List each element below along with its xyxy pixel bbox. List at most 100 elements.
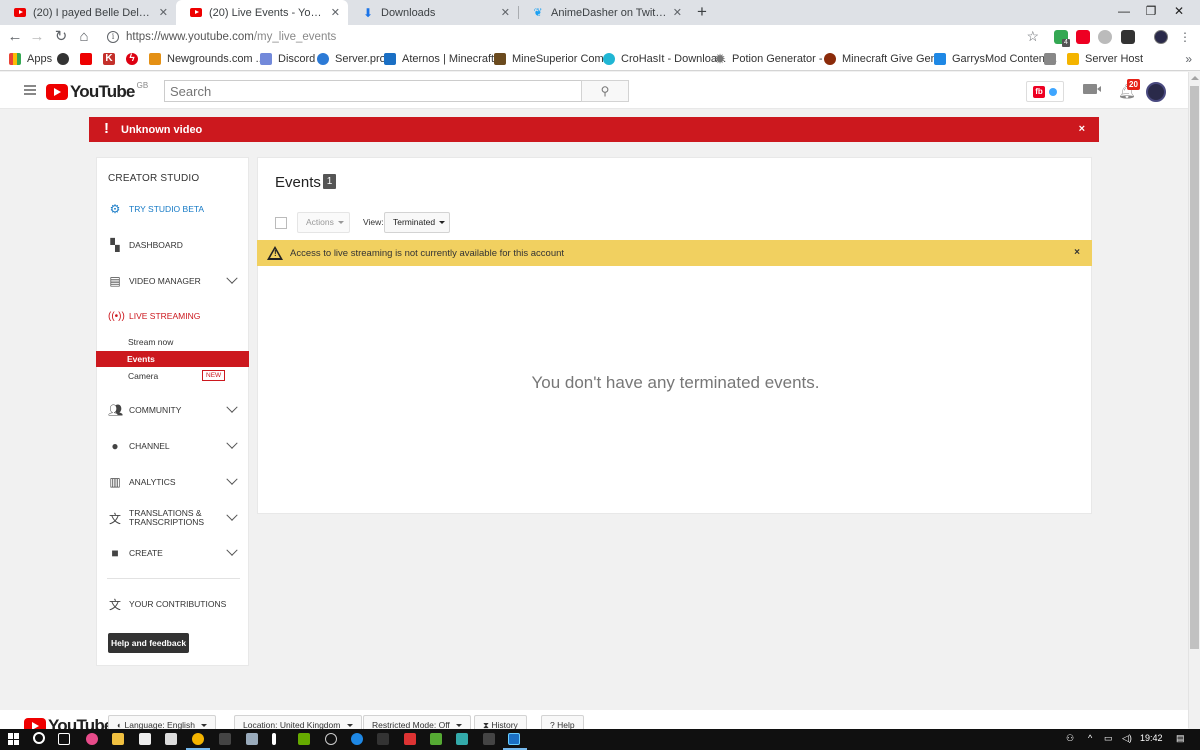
- chevron-down-icon[interactable]: [226, 272, 238, 284]
- file-explorer-icon[interactable]: [112, 733, 124, 745]
- restricted-mode-button[interactable]: Restricted Mode: Off: [363, 715, 472, 729]
- sidebar-item-try-beta[interactable]: ⚙ TRY STUDIO BETA: [97, 199, 248, 219]
- tab-belle-delphine[interactable]: (20) I payed Belle Delphine $0 - Y ✕: [0, 0, 176, 25]
- sidebar-item-contributions[interactable]: 文 YOUR CONTRIBUTIONS: [97, 594, 248, 614]
- close-icon[interactable]: ×: [1079, 123, 1085, 135]
- people-icon[interactable]: ⚇: [1066, 733, 1074, 744]
- action-center-icon[interactable]: ▤: [1176, 733, 1185, 744]
- close-icon[interactable]: ✕: [501, 6, 510, 19]
- taskbar-app-icon[interactable]: [351, 733, 363, 745]
- language-button[interactable]: ◐ Language: English: [108, 715, 217, 729]
- youtube-logo[interactable]: YouTube GB: [46, 81, 148, 102]
- home-button[interactable]: ⌂: [75, 28, 93, 46]
- help-button[interactable]: ? Help: [541, 715, 584, 729]
- bookmark-youtube[interactable]: [80, 53, 98, 65]
- scroll-thumb[interactable]: [1190, 86, 1199, 649]
- new-tab-button[interactable]: +: [697, 2, 707, 22]
- network-icon[interactable]: ▭: [1104, 733, 1113, 744]
- taskbar-app-icon[interactable]: [298, 733, 310, 745]
- bookmark-serverpro[interactable]: Server.pro: [317, 53, 386, 65]
- bookmark-icon-only-2[interactable]: [1044, 53, 1062, 65]
- minimize-button[interactable]: —: [1114, 4, 1134, 18]
- extension-dark-icon[interactable]: [1121, 30, 1135, 44]
- scroll-up-arrow-icon[interactable]: [1191, 76, 1199, 80]
- view-filter-dropdown[interactable]: Terminated: [384, 212, 450, 233]
- bookmark-lightning[interactable]: ϟ: [126, 53, 144, 65]
- sidebar-item-translations[interactable]: 文 TRANSLATIONS & TRANSCRIPTIONS: [97, 508, 248, 528]
- sidebar-item-live-streaming[interactable]: ((•)) LIVE STREAMING: [97, 306, 248, 326]
- profile-avatar-icon[interactable]: [1154, 30, 1168, 44]
- bookmark-icon-only-1[interactable]: [57, 53, 75, 65]
- avatar[interactable]: [1146, 82, 1166, 102]
- sidebar-item-community[interactable]: 👥︎ COMMUNITY: [97, 400, 248, 420]
- info-icon[interactable]: i: [107, 31, 119, 43]
- extension-toolbar-widget[interactable]: fb: [1026, 81, 1064, 102]
- windows-start-icon[interactable]: [8, 733, 20, 745]
- close-icon[interactable]: ✕: [159, 6, 168, 19]
- bookmark-discord[interactable]: Discord: [260, 53, 315, 65]
- volume-icon[interactable]: ◁): [1122, 733, 1132, 744]
- video-camera-icon[interactable]: [1083, 84, 1101, 94]
- sidebar-subitem-camera[interactable]: Camera NEW: [97, 368, 250, 384]
- bookmark-star-icon[interactable]: ☆: [1026, 28, 1039, 45]
- tab-twitter[interactable]: ❦ AnimeDasher on Twitter: "Hey @ ✕: [518, 0, 690, 25]
- taskbar-app-icon[interactable]: [404, 733, 416, 745]
- chrome-icon[interactable]: [192, 733, 204, 745]
- window-close-button[interactable]: ✕: [1169, 4, 1189, 18]
- footer-youtube-logo[interactable]: YouTube: [24, 716, 113, 729]
- sidebar-item-channel[interactable]: ● CHANNEL: [97, 436, 248, 456]
- close-icon[interactable]: ✕: [331, 6, 340, 19]
- taskbar-app-icon[interactable]: [377, 733, 389, 745]
- bookmark-server-host[interactable]: Server Host: [1067, 53, 1143, 65]
- task-view-icon[interactable]: [58, 733, 70, 745]
- chevron-down-icon[interactable]: [226, 437, 238, 449]
- extension-grey-icon[interactable]: [1098, 30, 1112, 44]
- actions-dropdown[interactable]: Actions: [297, 212, 350, 233]
- bookmark-k[interactable]: K: [103, 53, 121, 65]
- extension-red-icon[interactable]: [1076, 30, 1090, 44]
- close-icon[interactable]: ×: [1074, 247, 1080, 258]
- sidebar-subitem-stream-now[interactable]: Stream now: [97, 334, 250, 350]
- taskbar-app-icon[interactable]: [483, 733, 495, 745]
- select-all-checkbox[interactable]: [275, 217, 287, 229]
- bookmark-aternos[interactable]: Aternos | Minecraft ...: [384, 53, 506, 65]
- store-icon[interactable]: [139, 733, 151, 745]
- chevron-down-icon[interactable]: [226, 473, 238, 485]
- bookmark-crohasit[interactable]: CroHasIt - Downloa...: [603, 53, 726, 65]
- menu-kebab-icon[interactable]: ⋮: [1176, 28, 1194, 46]
- mail-icon[interactable]: [165, 733, 177, 745]
- bookmark-newgrounds[interactable]: Newgrounds.com ...: [149, 53, 265, 65]
- bookmark-minesuperior[interactable]: MineSuperior Com...: [494, 53, 613, 65]
- sidebar-item-analytics[interactable]: ▥ ANALYTICS: [97, 472, 248, 492]
- cortana-search-icon[interactable]: [33, 732, 45, 744]
- help-and-feedback-button[interactable]: Help and feedback: [108, 633, 189, 653]
- hamburger-menu-icon[interactable]: [24, 85, 36, 95]
- bookmarks-overflow-icon[interactable]: »: [1185, 52, 1192, 66]
- address-bar[interactable]: i https://www.youtube.com/my_live_events…: [100, 27, 1045, 47]
- forward-button[interactable]: →: [28, 28, 46, 46]
- bookmark-apps[interactable]: Apps: [9, 53, 52, 65]
- restore-button[interactable]: ❐: [1141, 4, 1161, 18]
- page-scrollbar[interactable]: [1188, 72, 1200, 728]
- clock[interactable]: 19:42: [1140, 733, 1163, 743]
- close-icon[interactable]: ✕: [673, 6, 682, 19]
- taskbar-app-icon[interactable]: [456, 733, 468, 745]
- search-input[interactable]: [164, 80, 582, 102]
- chevron-down-icon[interactable]: [226, 544, 238, 556]
- taskbar-app-icon[interactable]: [508, 733, 520, 745]
- taskbar-app-icon[interactable]: [246, 733, 258, 745]
- search-button[interactable]: ⚲: [581, 80, 629, 102]
- reload-button[interactable]: ↻: [52, 28, 70, 46]
- taskbar-app-icon[interactable]: [272, 733, 276, 745]
- sidebar-subitem-events[interactable]: Events: [96, 351, 249, 367]
- taskbar-app-icon[interactable]: [325, 733, 337, 745]
- taskbar-app-icon[interactable]: [86, 733, 98, 745]
- sidebar-item-create[interactable]: ■ CREATE: [97, 543, 248, 563]
- tab-downloads[interactable]: ⬇ Downloads ✕: [348, 0, 518, 25]
- bookmark-minecraft-give[interactable]: Minecraft Give Gen...: [824, 53, 946, 65]
- bookmark-garrysmod[interactable]: GarrysMod Content...: [934, 53, 1057, 65]
- back-button[interactable]: ←: [6, 28, 24, 46]
- chevron-down-icon[interactable]: [226, 509, 238, 521]
- minecraft-icon[interactable]: [430, 733, 442, 745]
- chevron-down-icon[interactable]: [226, 401, 238, 413]
